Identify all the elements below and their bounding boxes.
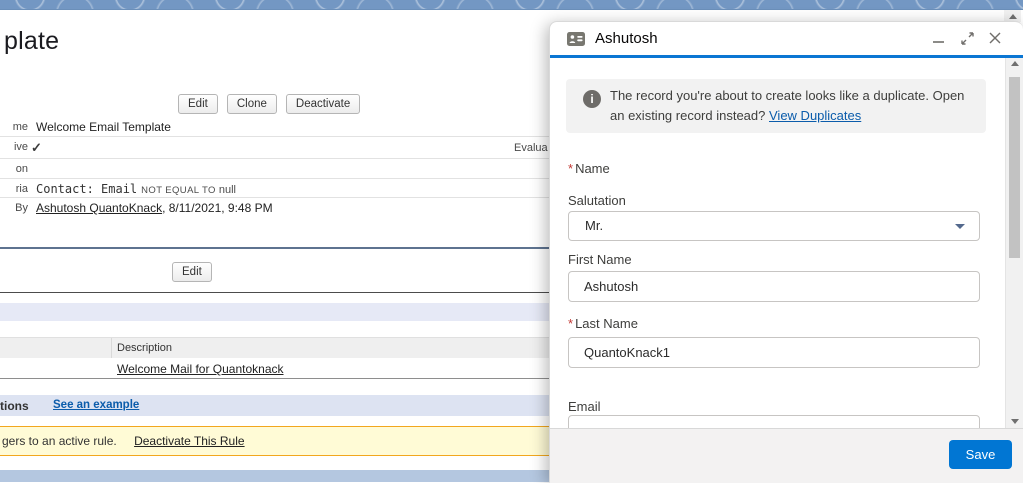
detail-row-created-by: By Ashutosh QuantoKnack, 8/11/2021, 9:48…	[0, 198, 549, 224]
scrollbar-thumb[interactable]	[1009, 77, 1020, 258]
last-name-label: * Last Name	[568, 316, 638, 331]
detail-label: ive	[13, 141, 28, 153]
actions-table-header: Description	[0, 337, 549, 358]
duplicate-alert-text: The record you're about to create looks …	[610, 86, 975, 126]
detail-row-description: on	[0, 159, 549, 179]
info-icon: i	[583, 90, 601, 108]
save-button[interactable]: Save	[949, 440, 1012, 469]
workflow-actions-section-header: tions See an example	[0, 395, 549, 416]
page-title: plate	[4, 27, 60, 55]
salutation-label: Salutation	[568, 193, 626, 208]
app-header-band	[0, 0, 1023, 10]
detail-label: on	[15, 163, 28, 175]
modal-header-accent	[550, 55, 1023, 58]
detail-row-rule-name: me Welcome Email Template	[0, 117, 549, 137]
detail-label: ria	[15, 183, 28, 195]
modal-scrollbar[interactable]	[1005, 58, 1023, 428]
email-label: Email	[568, 399, 601, 414]
created-by-value: Ashutosh QuantoKnack, 8/11/2021, 9:48 PM	[28, 198, 273, 224]
salutation-select[interactable]: Mr.	[568, 211, 980, 241]
section-divider	[0, 247, 549, 249]
contact-card-icon	[567, 32, 585, 51]
alert-line2: an existing record instead?	[610, 108, 766, 123]
criteria-value: Contact: Email NOT EQUAL TO null	[28, 179, 236, 197]
detail-button-group: Edit Clone Deactivate	[178, 94, 361, 114]
notice-text-truncated: gers to an active rule.	[2, 434, 117, 448]
name-section-label: * Name	[568, 161, 610, 176]
description-column-header: Description	[117, 342, 173, 354]
view-duplicates-link[interactable]: View Duplicates	[769, 108, 861, 123]
detail-label: me	[12, 121, 28, 133]
minimize-icon[interactable]	[931, 29, 947, 47]
create-contact-modal: Ashutosh i The record you're about to cr…	[549, 21, 1023, 483]
required-marker: *	[568, 161, 574, 176]
see-an-example-link[interactable]: See an example	[53, 399, 139, 411]
deactivate-this-rule-link[interactable]: Deactivate This Rule	[134, 434, 245, 448]
action-description-link[interactable]: Welcome Mail for Quantoknack	[117, 362, 284, 376]
workflow-actions-title-truncated: tions	[0, 399, 29, 413]
scroll-up-arrow-icon[interactable]	[1006, 61, 1023, 66]
expand-icon[interactable]	[959, 29, 975, 47]
last-name-label-text: Last Name	[575, 316, 638, 331]
criteria-edit-button[interactable]: Edit	[172, 262, 212, 282]
created-by-user-link[interactable]: Ashutosh QuantoKnack	[36, 201, 162, 215]
modal-header: Ashutosh	[550, 22, 1023, 55]
active-rule-notice: gers to an active rule. Deactivate This …	[0, 426, 549, 456]
rule-name-value: Welcome Email Template	[36, 120, 171, 134]
deactivate-button[interactable]: Deactivate	[285, 94, 361, 114]
modal-title: Ashutosh	[595, 30, 658, 47]
evaluation-criteria-label-truncated: Evalua	[514, 142, 548, 154]
criteria-field: Contact: Email	[36, 182, 138, 196]
created-by-date: , 8/11/2021, 9:48 PM	[162, 201, 273, 215]
required-marker: *	[568, 316, 574, 331]
criteria-operator: NOT EQUAL TO	[141, 185, 216, 196]
type-column-header	[0, 338, 112, 358]
detail-row-active: ive ✓	[0, 137, 549, 159]
first-name-field[interactable]	[568, 271, 980, 302]
close-icon[interactable]	[987, 29, 1003, 47]
section-header-band	[0, 303, 549, 321]
first-name-label: First Name	[568, 252, 632, 267]
section-divider	[0, 292, 549, 293]
active-check-icon: ✓	[31, 140, 42, 155]
salutation-value: Mr.	[585, 218, 604, 233]
modal-footer: Save	[550, 428, 1023, 483]
chevron-down-icon	[955, 224, 965, 229]
table-row: Welcome Mail for Quantoknack	[0, 358, 549, 378]
clone-button[interactable]: Clone	[226, 94, 277, 114]
duplicate-alert: i The record you're about to create look…	[566, 79, 986, 133]
name-label-text: Name	[575, 161, 610, 176]
criteria-compare-value: null	[218, 184, 236, 196]
edit-button[interactable]: Edit	[178, 94, 218, 114]
description-value	[28, 159, 36, 178]
table-bottom-border	[0, 378, 549, 379]
alert-line1: The record you're about to create looks …	[610, 88, 965, 103]
window-controls	[931, 29, 1003, 47]
rule-detail-table: me Welcome Email Template ive ✓ on ria C…	[0, 117, 549, 224]
scroll-down-arrow-icon[interactable]	[1006, 419, 1023, 424]
detail-label: By	[15, 202, 28, 214]
detail-row-criteria: ria Contact: Email NOT EQUAL TO null	[0, 179, 549, 198]
scroll-up-arrow-icon	[1008, 14, 1017, 19]
last-name-field[interactable]	[568, 337, 980, 368]
